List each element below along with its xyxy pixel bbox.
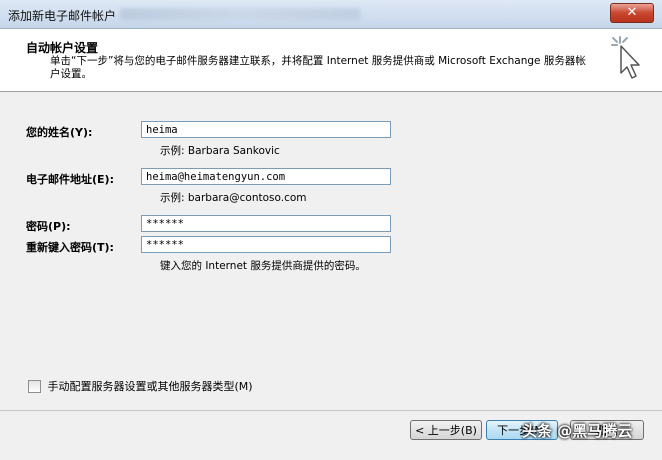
password-hint: 键入您的 Internet 服务提供商提供的密码。 [160, 260, 366, 272]
watermark: 头条 @黑马腾云 [522, 422, 633, 440]
title-bar: 添加新电子邮件帐户 ✕ [0, 0, 662, 29]
password-input[interactable]: ****** [141, 215, 391, 232]
blurred-tab-strip [120, 8, 360, 20]
password-confirm-input[interactable]: ****** [141, 236, 391, 253]
email-hint: 示例: barbara@contoso.com [160, 192, 307, 204]
name-hint: 示例: Barbara Sankovic [160, 145, 280, 157]
email-input[interactable]: heima@heimatengyun.com [141, 168, 391, 185]
manual-config-checkbox[interactable] [28, 379, 41, 393]
name-label: 您的姓名(Y): [26, 126, 93, 139]
manual-config-row[interactable]: 手动配置服务器设置或其他服务器类型(M) [28, 378, 253, 394]
email-label: 电子邮件地址(E): [26, 173, 114, 186]
back-button[interactable]: < 上一步(B) [410, 420, 482, 440]
name-input[interactable]: heima [141, 121, 391, 138]
wizard-header: 自动帐户设置 单击“下一步”将与您的电子邮件服务器建立联系，并将配置 Inter… [0, 29, 662, 92]
header-description: 单击“下一步”将与您的电子邮件服务器建立联系，并将配置 Internet 服务提… [50, 55, 586, 80]
manual-config-label[interactable]: 手动配置服务器设置或其他服务器类型(M) [48, 380, 253, 393]
password-confirm-label: 重新键入密码(T): [26, 241, 114, 254]
password-label: 密码(P): [26, 220, 71, 233]
window-title: 添加新电子邮件帐户 [8, 9, 117, 23]
close-button[interactable]: ✕ [610, 3, 654, 23]
wizard-cursor-icon [611, 36, 640, 79]
header-title: 自动帐户设置 [26, 41, 99, 55]
